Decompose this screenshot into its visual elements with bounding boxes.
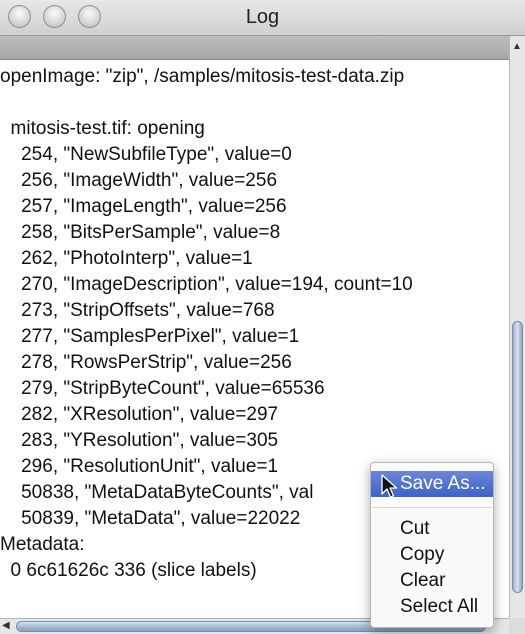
log-line: 279, "StripByteCount", value=65536 [0,378,325,399]
log-line: 277, "SamplesPerPixel", value=1 [0,326,300,347]
log-line: 273, "StripOffsets", value=768 [0,300,275,321]
log-line: 257, "ImageLength", value=256 [0,196,287,217]
log-line: 283, "YResolution", value=305 [0,430,279,451]
menu-item-cut[interactable]: Cut [371,516,493,542]
log-line: openImage: "zip", /samples/mitosis-test-… [0,66,405,87]
log-line: 296, "ResolutionUnit", value=1 [0,456,279,477]
log-line: 256, "ImageWidth", value=256 [0,170,278,191]
vertical-scroll-thumb[interactable] [512,321,523,593]
log-line: mitosis-test.tif: opening [0,118,205,139]
title-bar[interactable]: Log [0,0,525,36]
log-line: 254, "NewSubfileType", value=0 [0,144,292,165]
log-line: 278, "RowsPerStrip", value=256 [0,352,292,373]
arrow-cursor-icon [381,474,398,498]
log-line: Metadata: [0,534,85,555]
log-line: 262, "PhotoInterp", value=1 [0,248,253,269]
log-line: 0 6c61626c 336 (slice labels) [0,560,257,581]
menu-item-clear[interactable]: Clear [371,568,493,594]
log-line: 282, "XResolution", value=297 [0,404,279,425]
vertical-scrollbar[interactable]: ▲ [509,36,525,618]
log-line: 270, "ImageDescription", value=194, coun… [0,274,413,295]
menu-item-copy[interactable]: Copy [371,542,493,568]
window-title: Log [245,6,280,28]
menu-item-select-all[interactable]: Select All [371,594,493,620]
toolbar-strip [0,36,509,60]
log-line: 258, "BitsPerSample", value=8 [0,222,281,243]
scrollbar-corner [509,618,525,634]
scroll-left-arrow-icon[interactable]: ◀ [2,621,10,631]
scroll-up-arrow-icon[interactable]: ▲ [512,42,522,52]
log-window: Log openImage: "zip", /samples/mitosis-t… [0,0,525,634]
log-line: 50838, "MetaDataByteCounts", val [0,482,314,503]
menu-separator [372,507,492,508]
log-line: 50839, "MetaData", value=22022 [0,508,301,529]
